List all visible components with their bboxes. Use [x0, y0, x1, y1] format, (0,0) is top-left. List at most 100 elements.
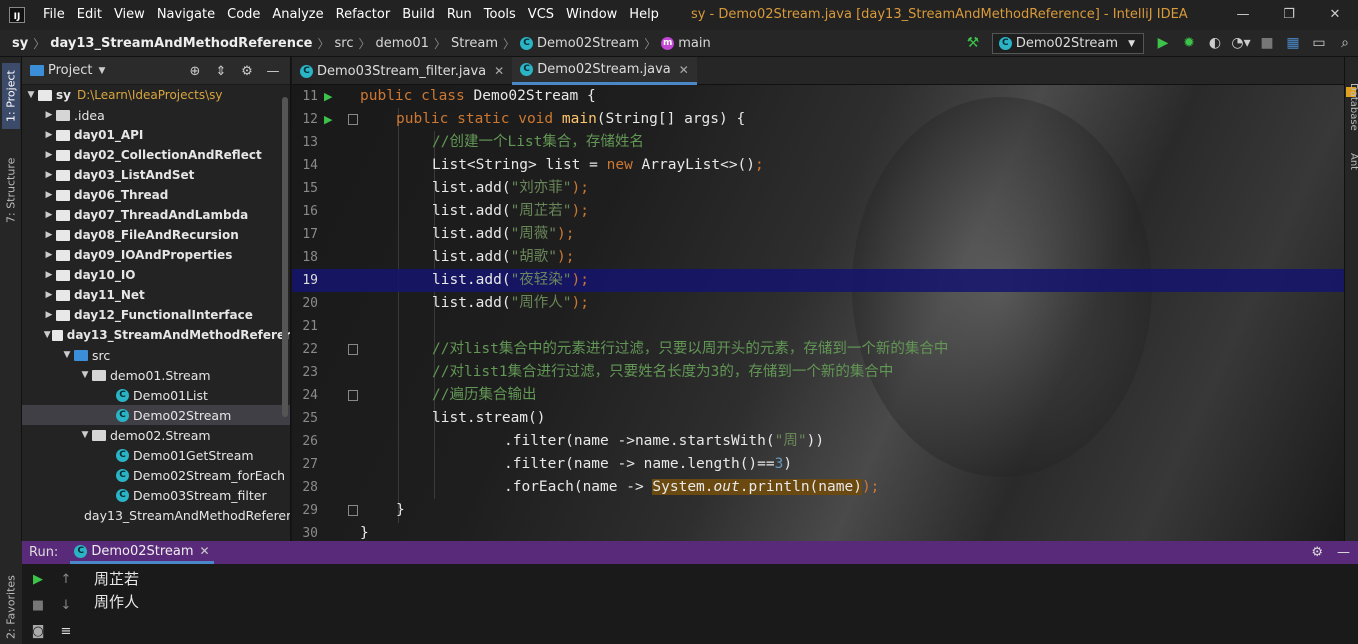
- expand-arrow-icon[interactable]: ▶: [42, 190, 56, 200]
- menu-build[interactable]: Build: [396, 0, 441, 30]
- expand-arrow-icon[interactable]: ▶: [42, 310, 56, 320]
- menu-tools[interactable]: Tools: [478, 0, 522, 30]
- tree-item-src[interactable]: ▼ src: [22, 345, 290, 365]
- tree-item-module[interactable]: ▶ day12_FunctionalInterface: [22, 305, 290, 325]
- menu-code[interactable]: Code: [221, 0, 266, 30]
- menu-refactor[interactable]: Refactor: [330, 0, 397, 30]
- tree-item-package[interactable]: ▼ demo01.Stream: [22, 365, 290, 385]
- tree-item-module[interactable]: ▶ day07_ThreadAndLambda: [22, 205, 290, 225]
- gear-icon[interactable]: ⚙: [1311, 545, 1323, 560]
- expand-arrow-icon[interactable]: ▼: [78, 370, 92, 380]
- expand-arrow-icon[interactable]: ▶: [42, 230, 56, 240]
- run-config-select[interactable]: C Demo02Stream ▼: [991, 33, 1144, 54]
- tree-item-class[interactable]: C Demo02Stream_forEach: [22, 465, 290, 485]
- fold-icon[interactable]: [348, 505, 358, 516]
- expand-arrow-icon[interactable]: ▶: [42, 150, 56, 160]
- tree-item-class-selected[interactable]: C Demo02Stream: [22, 405, 290, 425]
- coverage-icon[interactable]: ◐: [1202, 30, 1228, 57]
- tool-tab-structure[interactable]: 7: Structure: [2, 149, 20, 231]
- camera-icon[interactable]: ◙: [30, 624, 46, 640]
- expand-arrow-icon[interactable]: ▶: [42, 210, 56, 220]
- tree-item-package[interactable]: ▼ demo02.Stream: [22, 425, 290, 445]
- rerun-icon[interactable]: ▶: [30, 572, 46, 588]
- hammer-build-icon[interactable]: ⚒: [960, 30, 986, 57]
- menu-run[interactable]: Run: [441, 0, 478, 30]
- fold-icon[interactable]: [348, 344, 358, 355]
- tree-item-module[interactable]: ▶ day09_IOAndProperties: [22, 245, 290, 265]
- debug-icon[interactable]: ✹: [1176, 30, 1202, 57]
- scroll-down-icon[interactable]: ↓: [58, 598, 74, 614]
- tree-item-class[interactable]: C Demo01GetStream: [22, 445, 290, 465]
- menu-window[interactable]: Window: [560, 0, 623, 30]
- expand-arrow-icon[interactable]: ▶: [42, 170, 56, 180]
- tab-demo03stream-filter[interactable]: C Demo03Stream_filter.java ✕: [292, 57, 512, 85]
- locate-icon[interactable]: ⊕: [182, 64, 208, 79]
- tab-demo02stream[interactable]: C Demo02Stream.java ✕: [512, 57, 697, 85]
- fold-icon[interactable]: [348, 390, 358, 401]
- code-area[interactable]: 11 ▶ public class Demo02Stream { 12 ▶ public…: [292, 85, 1344, 541]
- terminal-icon[interactable]: ▭: [1306, 30, 1332, 57]
- run-gutter-icon[interactable]: ▶: [324, 108, 332, 131]
- expand-arrow-icon[interactable]: ▼: [78, 430, 92, 440]
- menu-vcs[interactable]: VCS: [522, 0, 560, 30]
- tree-item-module[interactable]: ▶ day08_FileAndRecursion: [22, 225, 290, 245]
- menu-help[interactable]: Help: [623, 0, 665, 30]
- gear-icon[interactable]: ⚙: [234, 64, 260, 79]
- close-icon[interactable]: ✕: [200, 544, 210, 558]
- menu-analyze[interactable]: Analyze: [266, 0, 329, 30]
- chevron-down-icon[interactable]: ▼: [98, 66, 105, 76]
- tool-tab-ant[interactable]: Ant: [1345, 153, 1358, 193]
- tree-item-class[interactable]: C Demo01List: [22, 385, 290, 405]
- soft-wrap-icon[interactable]: ≡: [58, 624, 74, 640]
- scroll-up-icon[interactable]: ↑: [58, 572, 74, 588]
- project-structure-icon[interactable]: ▦: [1280, 30, 1306, 57]
- expand-arrow-icon[interactable]: ▶: [42, 110, 56, 120]
- breadcrumb-src[interactable]: src: [335, 36, 354, 51]
- tree-item-module[interactable]: ▶ day03_ListAndSet: [22, 165, 290, 185]
- expand-arrow-icon[interactable]: ▼: [60, 350, 74, 360]
- profile-icon[interactable]: ◔▾: [1228, 30, 1254, 57]
- breadcrumb-project[interactable]: sy: [12, 36, 28, 51]
- expand-arrow-icon[interactable]: ▶: [42, 250, 56, 260]
- run-tab-demo02stream[interactable]: C Demo02Stream ✕: [70, 541, 214, 564]
- expand-arrow-icon[interactable]: ▶: [42, 130, 56, 140]
- close-button[interactable]: ✕: [1312, 0, 1358, 30]
- tree-item-module[interactable]: ▶ day06_Thread: [22, 185, 290, 205]
- breadcrumb-class[interactable]: C Demo02Stream: [520, 36, 639, 51]
- tree-item-module[interactable]: ▼ day13_StreamAndMethodReferer: [22, 325, 290, 345]
- breadcrumb-module[interactable]: day13_StreamAndMethodReference: [50, 36, 312, 51]
- run-icon[interactable]: ▶: [1150, 30, 1176, 57]
- minimize-button[interactable]: —: [1220, 0, 1266, 30]
- tree-item-module[interactable]: ▶ day10_IO: [22, 265, 290, 285]
- menu-edit[interactable]: Edit: [71, 0, 108, 30]
- expand-arrow-icon[interactable]: ▼: [42, 330, 52, 340]
- code-editor[interactable]: C Demo03Stream_filter.java ✕ C Demo02Stream…: [292, 57, 1344, 541]
- tool-tab-project[interactable]: 1: Project: [2, 63, 20, 129]
- menu-view[interactable]: View: [108, 0, 151, 30]
- expand-arrow-icon[interactable]: ▶: [42, 270, 56, 280]
- tool-tab-database[interactable]: Database: [1345, 83, 1358, 163]
- breadcrumb-package-demo01[interactable]: demo01: [376, 36, 429, 51]
- maximize-button[interactable]: ❐: [1266, 0, 1312, 30]
- tool-tab-favorites[interactable]: 2: Favorites: [2, 571, 20, 643]
- expand-arrow-icon[interactable]: ▼: [24, 90, 38, 100]
- tree-item-class[interactable]: C Demo03Stream_filter: [22, 485, 290, 505]
- tree-item-iml-file[interactable]: day13_StreamAndMethodReferer: [22, 505, 290, 525]
- expand-arrow-icon[interactable]: ▶: [42, 290, 56, 300]
- hide-icon[interactable]: —: [1337, 545, 1350, 560]
- tree-item-root[interactable]: ▼ sy D:\Learn\IdeaProjects\sy: [22, 85, 290, 105]
- stop-icon[interactable]: ■: [30, 598, 46, 614]
- menu-navigate[interactable]: Navigate: [151, 0, 221, 30]
- tree-item-module[interactable]: ▶ day01_API: [22, 125, 290, 145]
- stop-icon[interactable]: ■: [1254, 30, 1280, 57]
- close-icon[interactable]: ✕: [679, 63, 689, 77]
- tree-item-module[interactable]: ▶ day11_Net: [22, 285, 290, 305]
- menu-file[interactable]: File: [37, 0, 71, 30]
- close-icon[interactable]: ✕: [494, 64, 504, 78]
- tree-item-module[interactable]: ▶ day02_CollectionAndReflect: [22, 145, 290, 165]
- breadcrumb-method[interactable]: m main: [661, 36, 711, 51]
- hide-icon[interactable]: —: [260, 64, 286, 79]
- search-everywhere-icon[interactable]: ⌕: [1332, 30, 1358, 57]
- console-output[interactable]: 周芷若 周作人: [94, 568, 139, 614]
- project-panel-title[interactable]: Project: [48, 63, 92, 78]
